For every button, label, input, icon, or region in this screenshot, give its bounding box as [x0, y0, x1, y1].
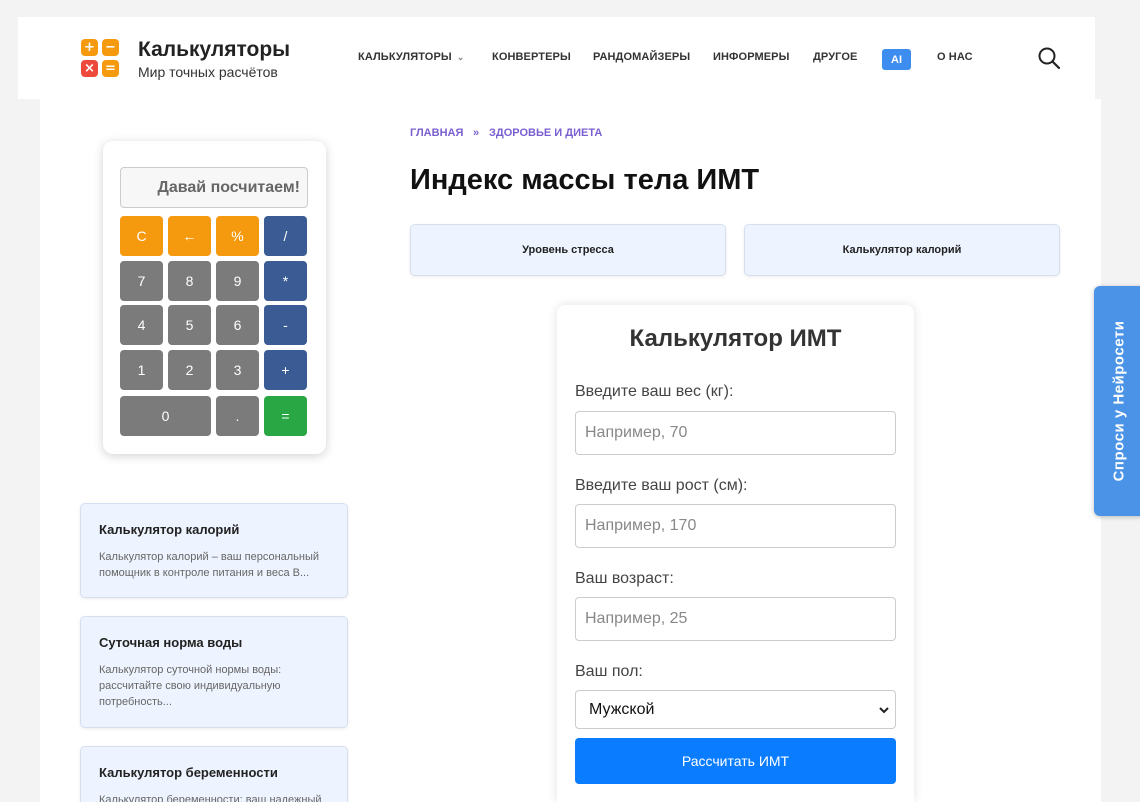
weight-label: Введите ваш вес (кг):	[575, 383, 734, 400]
age-label: Ваш возраст:	[575, 570, 674, 587]
card-title: Суточная норма воды	[99, 635, 243, 650]
page-title: Индекс массы тела ИМТ	[410, 164, 760, 196]
multiply-icon: ×	[81, 60, 98, 77]
bmi-calculator-form: Калькулятор ИМТ Введите ваш вес (кг): Вв…	[557, 305, 914, 802]
calc-key-5[interactable]: 5	[168, 305, 211, 345]
plus-icon: +	[81, 39, 98, 56]
calc-key-4[interactable]: 4	[120, 305, 163, 345]
calculator-display: Давай посчитаем!	[120, 167, 308, 208]
brand-title[interactable]: Калькуляторы	[138, 38, 290, 62]
card-text: Калькулятор беременности: ваш надежный	[99, 794, 322, 802]
calc-key-8[interactable]: 8	[168, 261, 211, 301]
weight-input[interactable]	[575, 411, 896, 455]
calc-key-0[interactable]: 0	[120, 396, 211, 436]
gender-label: Ваш пол:	[575, 663, 643, 680]
gender-select[interactable]: Мужской	[575, 690, 896, 729]
calc-key-3[interactable]: 3	[216, 350, 259, 390]
nav-item-calculators[interactable]: КАЛЬКУЛЯТОРЫ ⌄	[358, 51, 464, 63]
calc-key-multiply[interactable]: *	[264, 261, 307, 301]
card-text: Калькулятор калорий – ваш персональный п…	[99, 551, 320, 579]
age-input[interactable]	[575, 597, 896, 641]
calc-key-percent[interactable]: %	[216, 216, 259, 256]
calc-key-equals[interactable]: =	[264, 396, 307, 436]
side-tab-label: Спроси у Нейросети	[1110, 320, 1128, 482]
calc-key-decimal[interactable]: .	[216, 396, 259, 436]
height-input[interactable]	[575, 504, 896, 548]
breadcrumb-home[interactable]: ГЛАВНАЯ	[410, 127, 463, 139]
calc-key-1[interactable]: 1	[120, 350, 163, 390]
equals-icon: =	[102, 60, 119, 77]
calc-key-2[interactable]: 2	[168, 350, 211, 390]
card-title: Калькулятор беременности	[99, 765, 278, 780]
card-title: Калькулятор калорий	[99, 522, 240, 537]
breadcrumb-section[interactable]: ЗДОРОВЬЕ И ДИЕТА	[489, 127, 602, 139]
site-header: + − × = Калькуляторы Мир точных расчётов…	[18, 17, 1095, 99]
nav-item-informers[interactable]: ИНФОРМЕРЫ	[713, 51, 790, 63]
card-text: Калькулятор суточной нормы воды: рассчит…	[99, 664, 282, 708]
brand-subtitle: Мир точных расчётов	[138, 64, 278, 80]
chevron-down-icon	[879, 707, 889, 714]
ask-ai-side-tab[interactable]: Спроси у Нейросети	[1094, 286, 1140, 516]
breadcrumb-separator: »	[473, 127, 480, 139]
calc-key-6[interactable]: 6	[216, 305, 259, 345]
nav-item-randomizers[interactable]: РАНДОМАЙЗЕРЫ	[593, 51, 690, 63]
sidebar-card-water[interactable]: Суточная норма воды Калькулятор суточной…	[80, 616, 348, 728]
search-icon[interactable]	[1037, 46, 1061, 70]
calc-key-9[interactable]: 9	[216, 261, 259, 301]
nav-item-other[interactable]: ДРУГОЕ	[813, 51, 857, 63]
calculator-widget: Давай посчитаем! C ← % / 7 8 9 * 4 5 6 -…	[103, 141, 326, 454]
calc-key-clear[interactable]: C	[120, 216, 163, 256]
related-link-stress[interactable]: Уровень стресса	[410, 224, 726, 276]
height-label: Введите ваш рост (см):	[575, 477, 748, 494]
sidebar-card-calories[interactable]: Калькулятор калорий Калькулятор калорий …	[80, 503, 348, 598]
minus-icon: −	[102, 39, 119, 56]
calc-key-divide[interactable]: /	[264, 216, 307, 256]
calc-key-7[interactable]: 7	[120, 261, 163, 301]
nav-label: КАЛЬКУЛЯТОРЫ	[358, 51, 452, 63]
bmi-form-title: Калькулятор ИМТ	[629, 325, 842, 352]
nav-item-ai[interactable]: AI	[882, 49, 911, 70]
sidebar-card-pregnancy[interactable]: Калькулятор беременности Калькулятор бер…	[80, 746, 348, 802]
calculate-bmi-button[interactable]: Рассчитать ИМТ	[575, 738, 896, 784]
calc-key-subtract[interactable]: -	[264, 305, 307, 345]
calc-key-backspace[interactable]: ←	[168, 216, 211, 256]
nav-item-converters[interactable]: КОНВЕРТЕРЫ	[492, 51, 571, 63]
related-link-calories[interactable]: Калькулятор калорий	[744, 224, 1060, 276]
nav-item-about[interactable]: О НАС	[937, 51, 973, 63]
gender-select-value: Мужской	[589, 700, 655, 718]
site-logo[interactable]: + − × =	[81, 39, 119, 77]
calc-key-add[interactable]: +	[264, 350, 307, 390]
chevron-down-icon: ⌄	[456, 52, 465, 62]
